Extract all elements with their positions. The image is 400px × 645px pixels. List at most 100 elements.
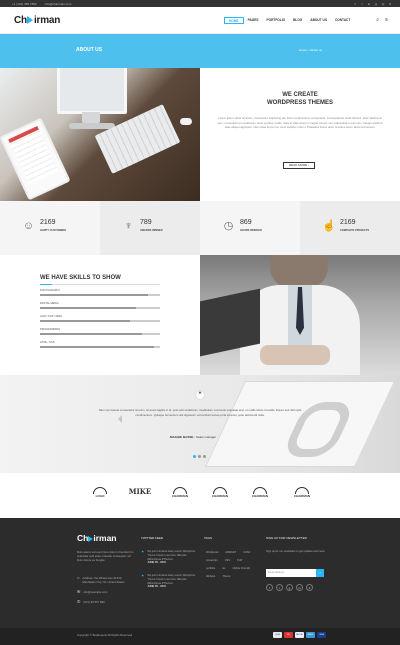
- menu-icon[interactable]: ≡: [385, 17, 388, 23]
- tag[interactable]: Mobile Friendly: [231, 566, 253, 571]
- breadcrumb[interactable]: Home > About us: [299, 48, 322, 52]
- footer-about-text: Duis autem vel eum iriure dolor in hendr…: [77, 550, 134, 563]
- visa-card-icon: VISA: [273, 632, 282, 638]
- client-logo[interactable]: CHAIRMAN: [165, 487, 195, 505]
- google-plus-icon[interactable]: g: [374, 2, 378, 6]
- tag[interactable]: PHP: [235, 558, 244, 563]
- stat-item: ♆ 789 AWARDS WINNED: [100, 201, 200, 255]
- skills-title: WE HAVE SKILLS TO SHOW: [40, 275, 121, 281]
- skills-section: WE HAVE SKILLS TO SHOW PHOTOGRAPHY DIGIT…: [0, 255, 200, 375]
- paypal-icon: PAYPAL: [295, 632, 304, 638]
- nav-blog[interactable]: BLOG: [289, 17, 306, 24]
- user-icon: ☺: [22, 220, 35, 232]
- slider-dot[interactable]: [198, 455, 201, 458]
- stat-item: ◷ 869 HOURS WORKED: [200, 201, 300, 255]
- nav-home[interactable]: HOME: [224, 17, 244, 24]
- copyright-bar: Copyright © BeoExperts All Rights Reserv…: [0, 628, 400, 645]
- rss-icon[interactable]: ≡: [306, 584, 313, 591]
- stat-number: 2169: [340, 219, 356, 226]
- twitter-icon: ✦: [141, 549, 145, 554]
- workspace-photo: [0, 68, 200, 201]
- copyright-text: Copyright © BeoExperts All Rights Reserv…: [77, 633, 133, 637]
- tweet-item: ✦ We just Introduce Easy Lorem Wordpress …: [141, 573, 196, 589]
- stat-label: AWARDS WINNED: [140, 229, 163, 232]
- rss-icon[interactable]: ≡: [388, 2, 392, 6]
- testimonial-section: ❝ Nam nec laoreet consectetur at enim, s…: [0, 375, 400, 473]
- facebook-icon[interactable]: f: [266, 584, 273, 591]
- nav-contact[interactable]: CONTACT: [331, 17, 354, 24]
- skill-bar: HTML / CSS: [40, 341, 160, 351]
- search-icon[interactable]: ⌕: [376, 17, 379, 23]
- tag[interactable]: Theme: [220, 574, 232, 579]
- nav-about-us[interactable]: ABOUT US: [306, 17, 331, 24]
- tag[interactable]: Wordpress: [204, 550, 221, 555]
- skill-bar: PROGRAMMING: [40, 328, 160, 338]
- nav-portfolio[interactable]: PORTFOLIO: [262, 17, 289, 24]
- skill-bar: DIGITAL MEDIA: [40, 302, 160, 312]
- tag[interactable]: portfolio: [204, 566, 217, 571]
- client-logo[interactable]: MIKE: [125, 487, 155, 505]
- client-logo[interactable]: CHAIRMAN: [287, 487, 317, 505]
- testimonial-quote: Nam nec laoreet consectetur at enim, sit…: [98, 408, 302, 417]
- logo-play-icon: [27, 16, 34, 25]
- tag-cloud: Wordpress MARKET CSS3 Javascript CSS PHP…: [204, 550, 259, 579]
- slider-dot[interactable]: [193, 455, 196, 458]
- visa-card-icon: VISA: [317, 632, 326, 638]
- twitter-icon[interactable]: t: [276, 584, 283, 591]
- email-text[interactable]: info@chairman.com: [45, 2, 72, 6]
- footer-social: f t g in ≡: [266, 584, 313, 591]
- facebook-icon[interactable]: f: [353, 2, 357, 6]
- footer-email[interactable]: ✉ info@example.com: [77, 589, 135, 595]
- clients-strip: LOGO MIKE CHAIRMAN CHAIRMAN CHAIRMAN CHA…: [0, 473, 400, 518]
- businessman-photo: [200, 255, 400, 375]
- google-plus-icon[interactable]: g: [286, 584, 293, 591]
- tag[interactable]: CSS: [223, 558, 232, 563]
- client-logo[interactable]: CHAIRMAN: [245, 487, 275, 505]
- amex-card-icon: AMEX: [306, 632, 315, 638]
- monitor-image: [57, 68, 127, 114]
- nav-pages[interactable]: PAGES: [244, 17, 263, 24]
- stat-label: HOURS WORKED: [240, 229, 262, 232]
- tablet-image: [0, 117, 71, 201]
- linkedin-icon[interactable]: in: [296, 584, 303, 591]
- skill-bar: JAVA / PHP / PERL: [40, 315, 160, 325]
- skill-label: PROGRAMMING: [40, 328, 61, 331]
- skill-label: PHOTOGRAPHY: [40, 289, 61, 292]
- stat-number: 2169: [40, 219, 56, 226]
- keyboard-image: [94, 104, 181, 174]
- read-more-button[interactable]: READ MORE ›: [283, 162, 316, 169]
- instagram-icon[interactable]: ◎: [381, 2, 385, 6]
- tags-heading: TAGS: [204, 536, 212, 540]
- chevron-right-icon: ›: [308, 163, 310, 167]
- tag[interactable]: ios: [220, 566, 227, 571]
- page-title-band: ABOUT US Home > About us: [0, 34, 400, 68]
- client-logo[interactable]: CHAIRMAN: [205, 487, 235, 505]
- tag[interactable]: MARKET: [224, 550, 239, 555]
- client-logo[interactable]: LOGO: [85, 487, 115, 505]
- slider-dot[interactable]: [203, 455, 206, 458]
- mouse-image: [180, 118, 192, 125]
- linkedin-icon[interactable]: in: [367, 2, 371, 6]
- stat-number: 789: [140, 219, 152, 226]
- tag[interactable]: Website: [204, 574, 217, 579]
- thumbs-up-icon: ☝: [322, 220, 336, 232]
- intro-heading-line2: WORDPRESS THEMES: [266, 100, 333, 106]
- trophy-icon: ♆: [124, 220, 133, 232]
- site-logo[interactable]: Ch irman: [14, 15, 60, 26]
- footer-phone: ✆ (021) 99 567 890: [77, 599, 105, 605]
- intro-paragraph: Lorem ipsum dolor sit amet, consectetur …: [217, 116, 383, 130]
- site-footer: Ch irman Duis autem vel eum iriure dolor …: [0, 518, 400, 628]
- newsletter-email-input[interactable]: Email address: [266, 569, 316, 577]
- skill-label: JAVA / PHP / PERL: [40, 315, 63, 318]
- newsletter-heading: SIGN UP FOR NEWSLETTER: [266, 536, 307, 540]
- slider-dots: [193, 455, 206, 458]
- footer-logo[interactable]: Ch irman: [77, 533, 117, 543]
- tag[interactable]: CSS3: [241, 550, 252, 555]
- mail-icon: ✉: [77, 589, 81, 594]
- tag[interactable]: Javascript: [204, 558, 220, 563]
- twitter-icon[interactable]: t: [360, 2, 364, 6]
- stats-bar: ☺ 2169 HAPPY CUSTOMERS ♆ 789 AWARDS WINN…: [0, 201, 400, 255]
- twitter-icon: ✦: [141, 573, 145, 578]
- newsletter-text: Sign up for our newsletter to get update…: [266, 550, 326, 553]
- newsletter-submit-button[interactable]: ›: [316, 569, 324, 577]
